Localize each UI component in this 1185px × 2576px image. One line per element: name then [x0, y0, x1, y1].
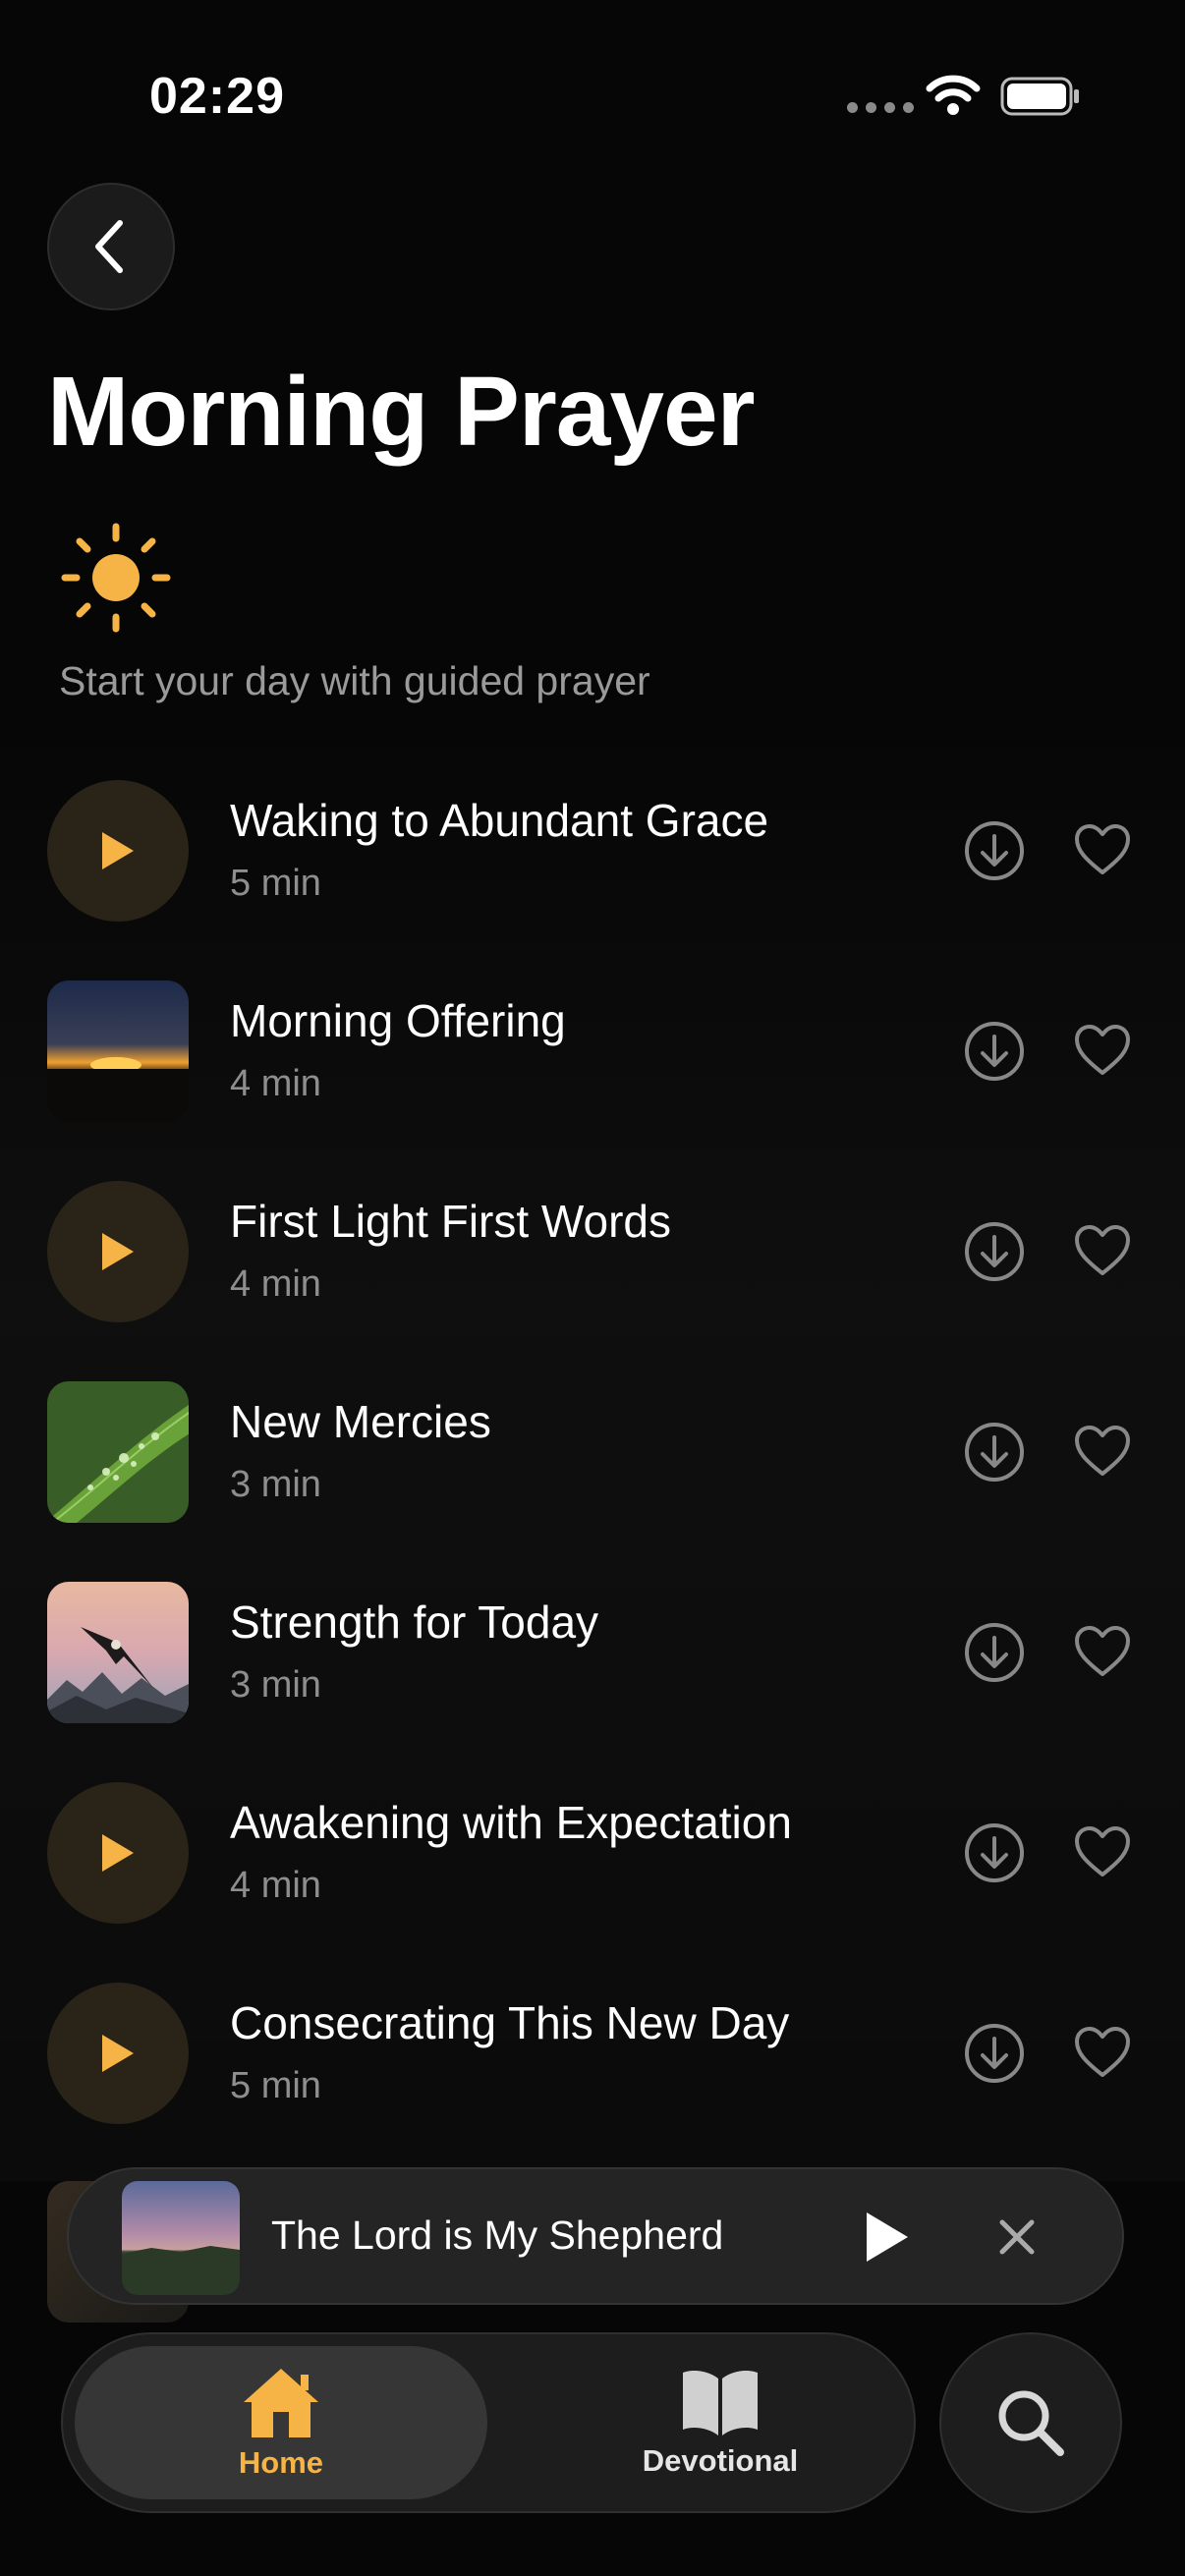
download-icon[interactable]	[963, 1020, 1026, 1083]
wifi-icon	[926, 75, 981, 115]
heart-icon[interactable]	[1073, 821, 1132, 880]
play-button[interactable]	[47, 780, 189, 922]
prayer-title: Morning Offering	[230, 995, 566, 1046]
prayer-title: Waking to Abundant Grace	[230, 795, 769, 846]
play-button[interactable]	[47, 1782, 189, 1924]
sun-icon	[61, 523, 171, 633]
play-icon	[102, 2035, 134, 2072]
status-bar: 02:29	[0, 0, 1185, 187]
eagle-thumbnail	[47, 1582, 189, 1723]
list-item[interactable]: Morning Offering 4 min	[0, 980, 1185, 1181]
play-icon[interactable]	[855, 2207, 916, 2268]
prayer-duration: 5 min	[230, 863, 321, 904]
search-icon	[998, 2390, 1064, 2456]
prayer-title: Strength for Today	[230, 1596, 599, 1648]
list-item[interactable]: Consecrating This New Day 5 min	[0, 1983, 1185, 2183]
prayer-duration: 4 min	[230, 1263, 321, 1305]
tab-label: Devotional	[642, 2443, 799, 2478]
tab-label: Home	[238, 2445, 324, 2480]
search-button[interactable]	[939, 2332, 1122, 2513]
play-button[interactable]	[47, 1181, 189, 1322]
status-time: 02:29	[149, 68, 285, 125]
play-icon	[102, 1233, 134, 1270]
page-subtitle: Start your day with guided prayer	[59, 658, 650, 703]
chevron-left-icon	[95, 220, 123, 273]
heart-icon[interactable]	[1073, 1623, 1132, 1682]
close-icon[interactable]	[992, 2212, 1042, 2262]
list-item[interactable]: Awakening with Expectation 4 min	[0, 1782, 1185, 1983]
prayer-title: Consecrating This New Day	[230, 1997, 790, 2048]
mini-player-title: The Lord is My Shepherd	[271, 2212, 724, 2258]
prayer-title: New Mercies	[230, 1396, 491, 1447]
prayer-duration: 5 min	[230, 2065, 321, 2106]
download-icon[interactable]	[963, 1220, 1026, 1283]
back-button[interactable]	[47, 183, 175, 310]
download-icon[interactable]	[963, 1621, 1026, 1684]
tab-bar: Home Devotional	[61, 2332, 916, 2513]
page-title: Morning Prayer	[47, 357, 755, 467]
tab-devotional[interactable]: Devotional	[538, 2334, 902, 2511]
cellular-signal-icon	[847, 102, 914, 113]
play-button[interactable]	[47, 1983, 189, 2124]
prayer-duration: 3 min	[230, 1464, 321, 1505]
prayer-title: Awakening with Expectation	[230, 1797, 792, 1848]
tab-home[interactable]: Home	[75, 2334, 487, 2511]
download-icon[interactable]	[963, 2022, 1026, 2085]
heart-icon[interactable]	[1073, 1222, 1132, 1281]
list-item[interactable]: New Mercies 3 min	[0, 1381, 1185, 1582]
sunrise-thumbnail	[47, 980, 189, 1122]
mini-player-artwork	[122, 2181, 240, 2295]
download-icon[interactable]	[963, 1821, 1026, 1884]
list-item[interactable]: Waking to Abundant Grace 5 min	[0, 780, 1185, 980]
download-icon[interactable]	[963, 1421, 1026, 1484]
house-icon	[244, 2369, 318, 2437]
heart-icon[interactable]	[1073, 1823, 1132, 1882]
prayer-duration: 4 min	[230, 1063, 321, 1104]
leaf-dew-thumbnail	[47, 1381, 189, 1523]
list-item[interactable]: First Light First Words 4 min	[0, 1181, 1185, 1381]
play-icon	[102, 1834, 134, 1872]
prayer-title: First Light First Words	[230, 1196, 671, 1247]
play-icon	[102, 832, 134, 869]
download-icon[interactable]	[963, 819, 1026, 882]
book-icon	[683, 2371, 758, 2436]
prayer-duration: 4 min	[230, 1865, 321, 1906]
heart-icon[interactable]	[1073, 1022, 1132, 1081]
battery-icon	[1000, 77, 1079, 116]
prayer-duration: 3 min	[230, 1664, 321, 1706]
list-item[interactable]: Strength for Today 3 min	[0, 1582, 1185, 1782]
heart-icon[interactable]	[1073, 1423, 1132, 1482]
heart-icon[interactable]	[1073, 2024, 1132, 2083]
mini-player[interactable]: The Lord is My Shepherd	[67, 2167, 1124, 2305]
